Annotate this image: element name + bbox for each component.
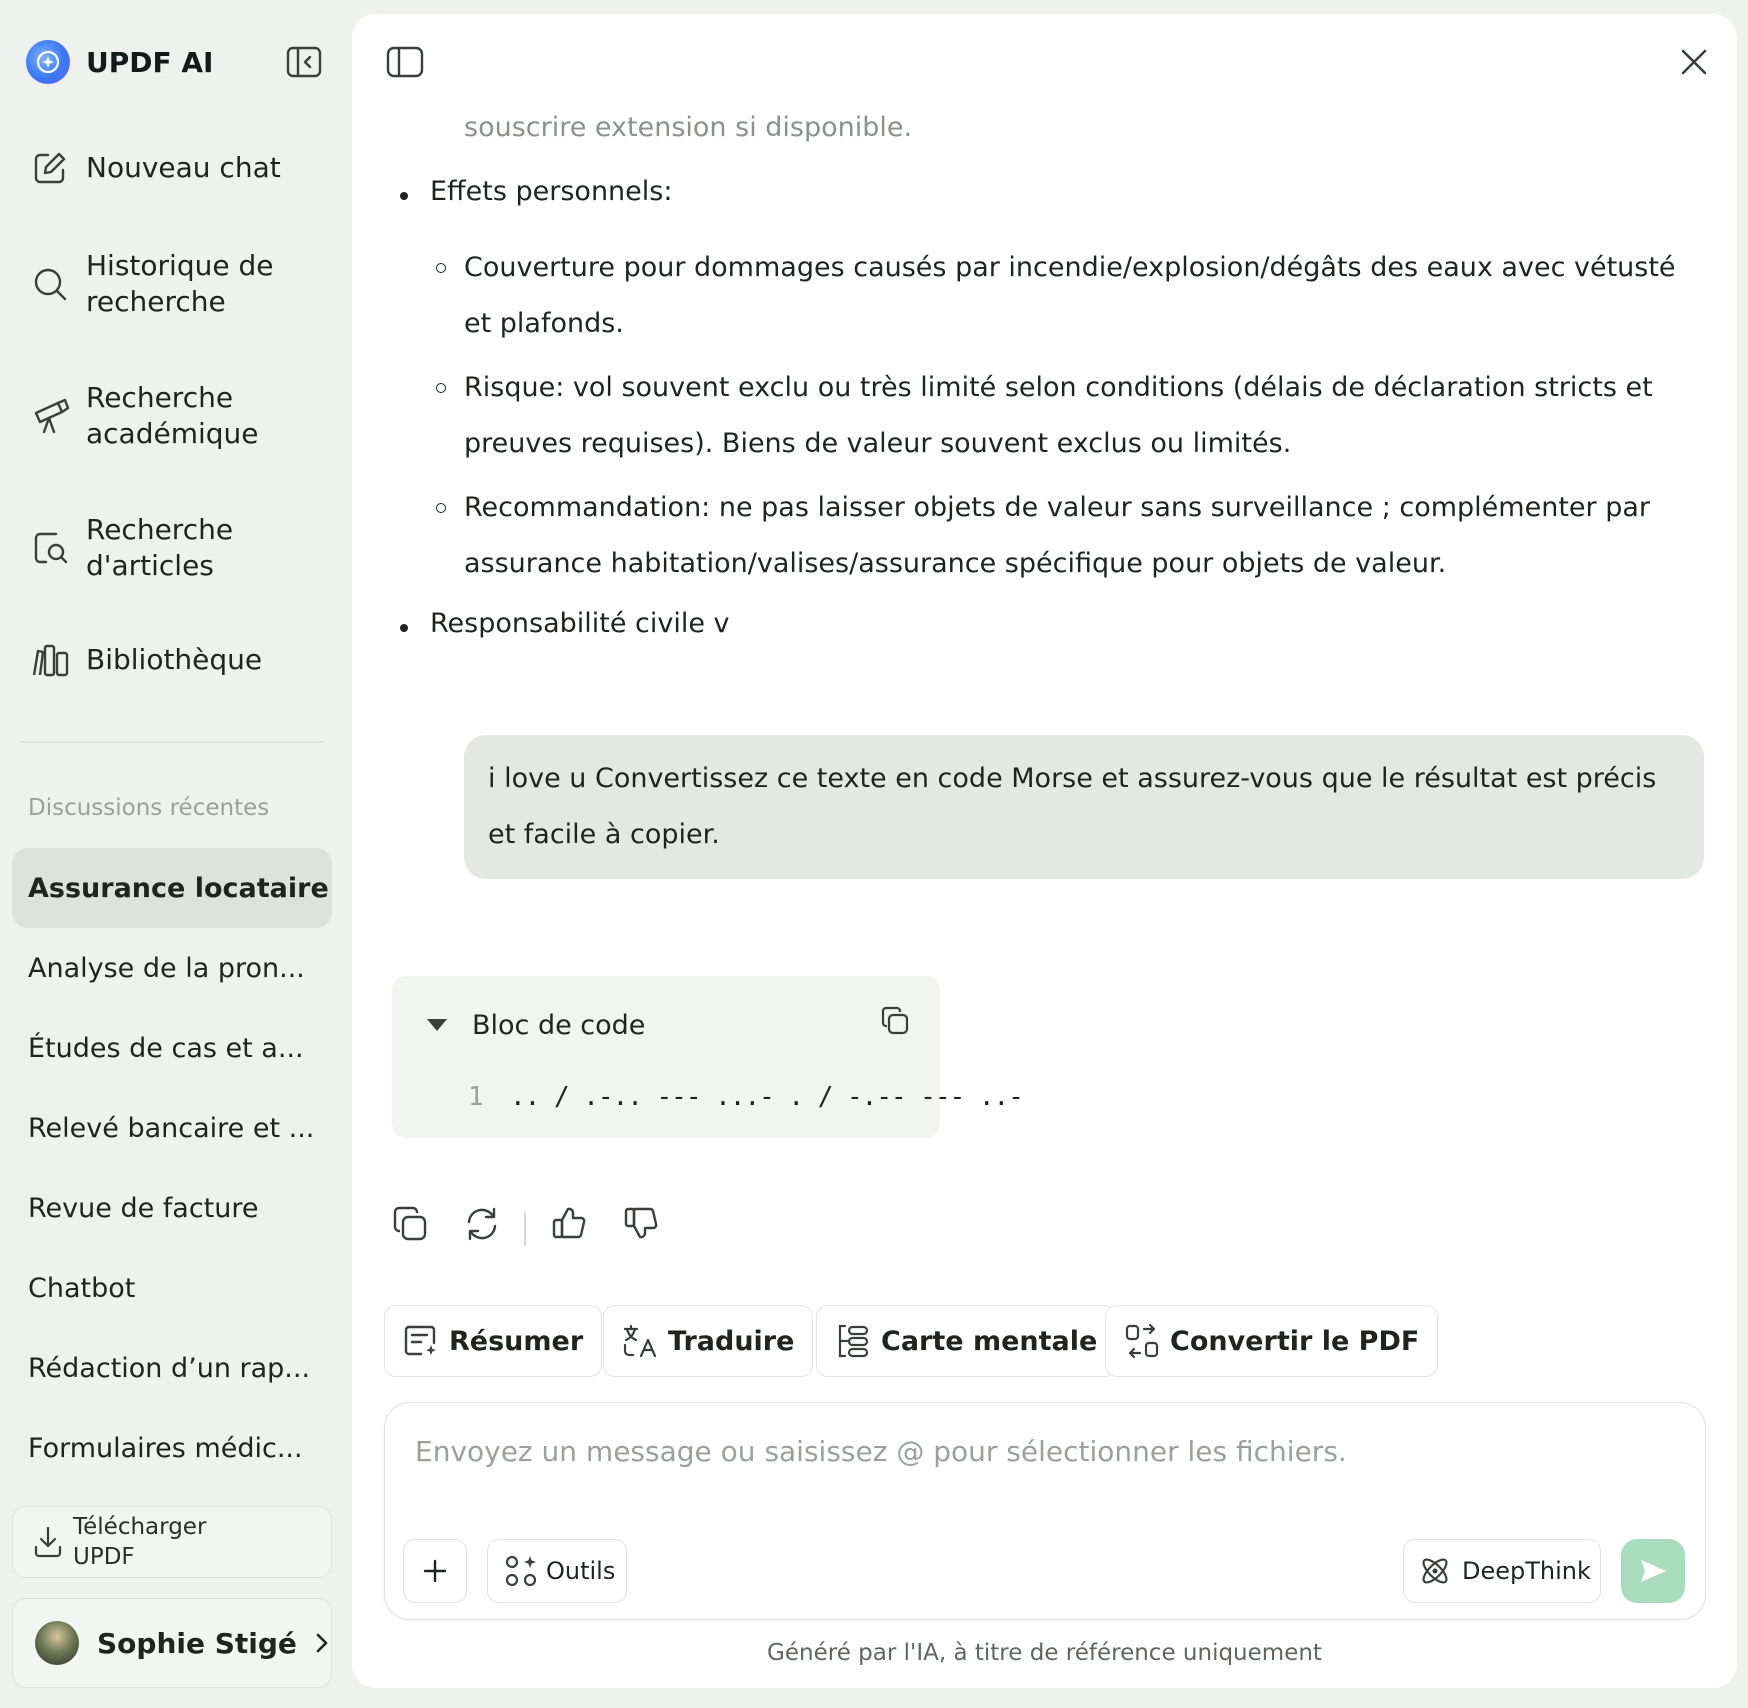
- nav-label: Recherche d'articles: [86, 513, 234, 582]
- code-block-title: Bloc de code: [472, 1010, 646, 1041]
- brand-name: UPDF AI: [86, 45, 214, 79]
- nav-academic-search[interactable]: Recherche académique: [32, 380, 286, 452]
- chat-panel: souscrire extension si disponible. Effet…: [352, 14, 1737, 1688]
- translate-button[interactable]: Traduire: [603, 1305, 814, 1377]
- user-message-bubble: i love u Convertissez ce texte en code M…: [464, 735, 1704, 879]
- actions-separator: [524, 1212, 526, 1246]
- nav-label: Nouveau chat: [86, 151, 281, 184]
- nav-article-search[interactable]: Recherche d'articles: [32, 512, 286, 584]
- panel-toggle-icon[interactable]: [386, 46, 424, 78]
- sub-bullet-item: Risque: vol souvent exclu ou très limité…: [436, 360, 1696, 472]
- nav-library[interactable]: Bibliothèque: [32, 642, 286, 678]
- recent-item[interactable]: Rédaction d’un rap...: [12, 1328, 332, 1408]
- user-profile[interactable]: Sophie Stigé: [12, 1598, 332, 1688]
- message-composer: Outils DeepThink: [384, 1402, 1706, 1620]
- nav-search-history[interactable]: Historique de recherche: [32, 248, 286, 320]
- recent-item-active[interactable]: Assurance locataire: [12, 848, 332, 928]
- bullet-dot: [400, 192, 408, 200]
- copy-icon[interactable]: [392, 1206, 428, 1242]
- sub-bullet-text: Couverture pour dommages causés par ince…: [464, 252, 1676, 339]
- recent-item[interactable]: Études de cas et a...: [12, 1008, 332, 1088]
- code-text[interactable]: .. / .-.. --- ...- . / -.-- --- ..-: [510, 1082, 1024, 1112]
- code-block: Bloc de code 1 .. / .-.. --- ...- . / -.…: [392, 976, 1024, 1138]
- close-icon[interactable]: [1680, 48, 1708, 76]
- user-name: Sophie Stigé: [97, 1626, 297, 1660]
- caret-down-icon[interactable]: [426, 1018, 448, 1032]
- mind-map-label: Carte mentale: [881, 1325, 1098, 1357]
- brand[interactable]: UPDF AI: [26, 40, 213, 84]
- library-icon: [32, 643, 72, 677]
- tools-icon: [504, 1554, 538, 1588]
- mind-map-icon: [835, 1323, 871, 1359]
- collapse-sidebar-icon[interactable]: [286, 46, 322, 78]
- download-updf-button[interactable]: Télécharger UPDF: [12, 1506, 332, 1578]
- deepthink-label: DeepThink: [1462, 1557, 1591, 1585]
- bullet-dot: [400, 624, 408, 632]
- recent-item[interactable]: Revue de facture: [12, 1168, 332, 1248]
- ai-disclaimer: Généré par l'IA, à titre de référence un…: [767, 1640, 1322, 1666]
- recent-item[interactable]: Analyse de la pron...: [12, 928, 332, 1008]
- convert-pdf-label: Convertir le PDF: [1170, 1325, 1420, 1357]
- bullet-item: Responsabilité civile v: [400, 608, 730, 639]
- recent-item[interactable]: Formulaires médic...: [12, 1408, 332, 1488]
- bullet-item: Effets personnels:: [400, 176, 672, 207]
- copy-code-icon[interactable]: [880, 1006, 910, 1036]
- sub-bullet-item: Recommandation: ne pas laisser objets de…: [436, 480, 1696, 592]
- send-button[interactable]: [1621, 1539, 1685, 1603]
- sub-bullet-item: Couverture pour dommages causés par ince…: [436, 240, 1696, 352]
- thumbs-up-icon[interactable]: [552, 1206, 586, 1240]
- bullet-text: Effets personnels:: [430, 176, 673, 207]
- regenerate-icon[interactable]: [464, 1206, 500, 1242]
- recent-discussions-title: Discussions récentes: [28, 795, 270, 821]
- search-icon: [32, 266, 72, 302]
- code-line-number: 1: [468, 1082, 484, 1112]
- convert-pdf-button[interactable]: Convertir le PDF: [1105, 1305, 1439, 1377]
- sub-bullet-ring: [436, 383, 446, 393]
- deepthink-button[interactable]: DeepThink: [1403, 1539, 1601, 1603]
- sub-bullet-text: Recommandation: ne pas laisser objets de…: [464, 492, 1650, 579]
- edit-icon: [32, 150, 72, 186]
- telescope-icon: [32, 397, 72, 435]
- nav-new-chat[interactable]: Nouveau chat: [32, 150, 286, 186]
- bullet-text: Responsabilité civile v: [430, 608, 730, 639]
- summarize-icon: [403, 1323, 439, 1359]
- tools-button[interactable]: Outils: [487, 1539, 627, 1603]
- article-search-icon: [32, 530, 72, 566]
- faded-text: souscrire extension si disponible.: [464, 112, 913, 143]
- send-icon: [1638, 1556, 1668, 1586]
- translate-icon: [622, 1323, 658, 1359]
- recent-item[interactable]: Relevé bancaire et ...: [12, 1088, 332, 1168]
- sub-bullet-ring: [436, 263, 446, 273]
- mind-map-button[interactable]: Carte mentale: [816, 1305, 1117, 1377]
- summarize-label: Résumer: [449, 1325, 584, 1357]
- tools-label: Outils: [546, 1557, 616, 1585]
- message-input[interactable]: [415, 1427, 1665, 1475]
- sidebar-divider: [20, 741, 324, 743]
- add-button[interactable]: [403, 1539, 467, 1603]
- download-label: Télécharger UPDF: [73, 1514, 207, 1570]
- sidebar: UPDF AI Nouveau chat Historique de reche…: [0, 0, 350, 1708]
- chevron-right-icon: [315, 1632, 329, 1654]
- convert-icon: [1124, 1323, 1160, 1359]
- nav-label: Recherche académique: [86, 381, 259, 450]
- nav-label: Bibliothèque: [86, 643, 263, 676]
- sub-bullet-text: Risque: vol souvent exclu ou très limité…: [464, 372, 1653, 459]
- summarize-button[interactable]: Résumer: [384, 1305, 603, 1377]
- translate-label: Traduire: [668, 1325, 795, 1357]
- updf-ai-logo-icon: [26, 40, 70, 84]
- plus-icon: [422, 1558, 448, 1584]
- thumbs-down-icon[interactable]: [624, 1206, 658, 1240]
- nav-label: Historique de recherche: [86, 249, 274, 318]
- avatar: [35, 1621, 79, 1665]
- download-icon: [33, 1525, 63, 1559]
- atom-icon: [1418, 1554, 1452, 1588]
- recent-item[interactable]: Chatbot: [12, 1248, 332, 1328]
- sub-bullet-ring: [436, 503, 446, 513]
